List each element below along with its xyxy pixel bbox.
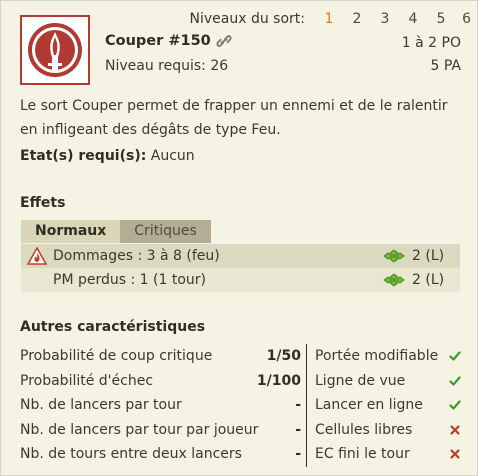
characteristics-left: Probabilité de coup critique 1/50 Probab… [20,344,301,467]
spell-description: Le sort Couper permet de frapper un enne… [20,98,448,138]
effect-duration: 2 (L) [412,272,445,288]
characteristic-row: EC fini le tour [315,442,461,467]
characteristic-row: Probabilité de coup critique 1/50 [20,344,301,369]
levels-label: Niveaux du sort: [189,11,305,27]
effect-row: Dommages : 3 à 8 (feu) 2 (L) [21,244,460,268]
level-required: Niveau requis: 26 [105,58,229,74]
characteristic-label: EC fini le tour [315,446,410,462]
check-icon [449,369,461,394]
cross-icon [449,418,461,443]
check-icon [449,344,461,369]
required-states-value: Aucun [150,148,195,164]
spell-panel: Niveaux du sort: 1 2 3 4 5 6 Couper #150 [0,0,478,476]
level-5-tab[interactable]: 5 [427,11,455,27]
effects-heading: Effets [20,195,66,211]
cross-zone-icon [382,273,406,287]
characteristic-label: Cellules libres [315,421,413,438]
link-icon[interactable] [216,34,232,48]
characteristic-label: Ligne de vue [315,372,406,389]
characteristic-value: - [295,397,301,413]
characteristic-row: Probabilité d'échec 1/100 [20,369,301,394]
sword-fire-emblem-icon [25,20,85,80]
characteristic-value: 1/50 [266,348,301,364]
other-characteristics-heading: Autres caractéristiques [20,319,206,335]
characteristic-value: 1/100 [256,372,301,389]
characteristic-label: Portée modifiable [315,348,439,364]
spell-title: Couper #150 [105,33,232,49]
characteristic-label: Nb. de tours entre deux lancers [20,446,242,462]
characteristic-label: Nb. de lancers par tour [20,397,182,413]
characteristic-label: Nb. de lancers par tour par joueur [20,421,259,438]
characteristic-label: Probabilité d'échec [20,372,154,389]
tab-normaux[interactable]: Normaux [21,220,121,243]
spell-name: Couper #150 [105,33,211,49]
column-divider [306,344,307,467]
required-states: Etat(s) requi(s): Aucun [20,148,195,164]
cross-zone-icon [382,249,406,263]
check-icon [449,393,461,418]
ap-cost: 5 PA [430,58,461,74]
characteristic-row: Nb. de lancers par tour - [20,393,301,418]
required-states-label: Etat(s) requi(s): [20,148,147,164]
effect-text: Dommages : 3 à 8 (feu) [53,248,220,264]
characteristic-value: - [295,421,301,438]
effect-zone-duration: 2 (L) [382,272,460,288]
level-6-tab[interactable]: 6 [455,11,471,27]
fire-icon [21,247,53,265]
spell-levels: Niveaux du sort: 1 2 3 4 5 6 [190,9,471,29]
spell-icon [20,15,90,85]
level-1-tab[interactable]: 1 [315,11,343,27]
level-2-tab[interactable]: 2 [343,11,371,27]
cross-icon [449,442,461,467]
characteristic-row: Nb. de tours entre deux lancers - [20,442,301,467]
effect-text: PM perdus : 1 (1 tour) [53,272,206,288]
tab-critiques[interactable]: Critiques [120,220,211,243]
characteristic-row: Cellules libres [315,418,461,443]
characteristic-value: - [295,446,301,462]
effects-tabs: Normaux Critiques [21,220,211,243]
characteristic-row: Nb. de lancers par tour par joueur - [20,418,301,443]
effect-zone-duration: 2 (L) [382,248,460,264]
characteristic-row: Ligne de vue [315,369,461,394]
level-4-tab[interactable]: 4 [399,11,427,27]
characteristic-row: Portée modifiable [315,344,461,369]
characteristics-right: Portée modifiable Ligne de vue Lancer en… [315,344,461,467]
effect-row: PM perdus : 1 (1 tour) 2 (L) [21,268,460,292]
range-value: 1 à 2 PO [401,35,461,51]
effect-duration: 2 (L) [412,248,445,264]
characteristic-row: Lancer en ligne [315,393,461,418]
level-3-tab[interactable]: 3 [371,11,399,27]
characteristic-label: Lancer en ligne [315,397,423,413]
characteristic-label: Probabilité de coup critique [20,348,213,364]
